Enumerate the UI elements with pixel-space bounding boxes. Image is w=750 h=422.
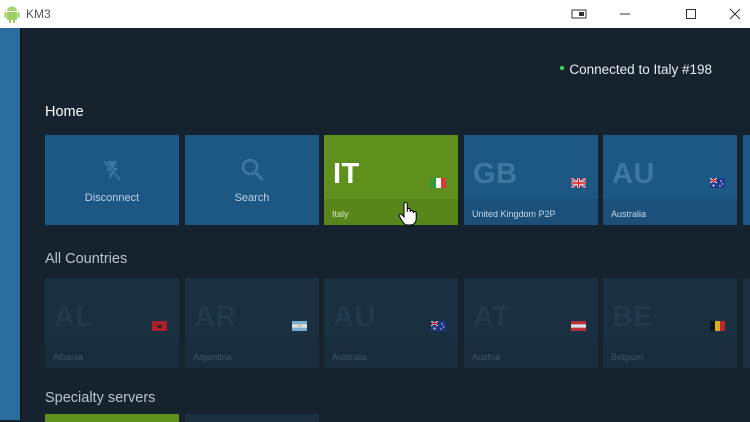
section-title-specialty-servers: Specialty servers [45,390,156,406]
side-navigation-strip[interactable] [0,28,20,420]
disconnect-button[interactable]: Disconnect [45,135,179,225]
server-country: Australia [611,209,647,219]
server-tile-italy[interactable]: IT Italy [324,135,458,225]
uk-flag-icon [571,178,586,188]
country-code: AT [473,301,511,333]
window-mode-icon [571,9,587,19]
country-tile-belgium[interactable]: BE Belgium [603,278,737,368]
server-country: Italy [332,209,349,219]
austria-flag-icon [571,321,586,331]
search-label: Search [234,192,270,204]
close-button[interactable] [712,0,750,28]
server-code: AU [612,158,655,190]
country-code: AR [194,301,237,333]
italy-flag-icon [431,178,446,188]
country-code: BE [612,301,654,333]
country-name: Austria [472,352,501,362]
close-icon [729,8,741,20]
country-tile-partial[interactable] [743,278,750,368]
search-button[interactable]: Search [185,135,319,225]
country-tile-austria[interactable]: AT Austria [464,278,598,368]
argentina-flag-icon [292,321,307,331]
window-title: KM3 [26,7,51,21]
specialty-tile[interactable] [45,414,179,422]
section-title-home: Home [45,104,84,120]
country-tile-albania[interactable]: AL Albania [45,278,179,368]
window-mode-button[interactable] [556,0,602,28]
server-country: United Kingdom P2P [472,209,556,219]
country-name: Belgium [611,352,644,362]
albania-flag-icon [152,321,167,331]
server-code: GB [473,158,518,190]
specialty-tile[interactable] [185,414,319,422]
server-tile-united-kingdom[interactable]: GB United Kingdom P2P [464,135,598,225]
belgium-flag-icon [710,321,725,331]
country-name: Argentina [193,352,232,362]
australia-flag-icon [431,321,446,331]
section-title-all-countries: All Countries [45,251,128,267]
android-icon [4,6,20,23]
side-strip-divider [20,28,22,420]
country-name: Albania [53,352,84,362]
hand-cursor-icon [398,202,417,226]
flash-off-icon [102,160,122,181]
country-tile-argentina[interactable]: AR Argentina [185,278,319,368]
connection-status-text: Connected to Italy #198 [569,62,712,77]
server-code: IT [333,158,360,190]
minimize-icon [620,13,630,15]
connection-status: Connected to Italy #198 [560,62,712,77]
australia-flag-icon [710,178,725,188]
disconnect-label: Disconnect [84,192,140,204]
country-code: AU [333,301,376,333]
maximize-button[interactable] [668,0,714,28]
country-name: Australia [332,352,368,362]
country-tile-australia[interactable]: AU Australia [324,278,458,368]
server-tile-australia[interactable]: AU Australia [603,135,737,225]
search-icon [241,158,264,181]
title-bar: KM3 [0,0,750,28]
server-tile-partial[interactable] [743,135,750,225]
maximize-icon [686,9,696,19]
country-code: AL [54,301,94,333]
status-dot-icon [560,66,565,71]
minimize-button[interactable] [602,0,648,28]
